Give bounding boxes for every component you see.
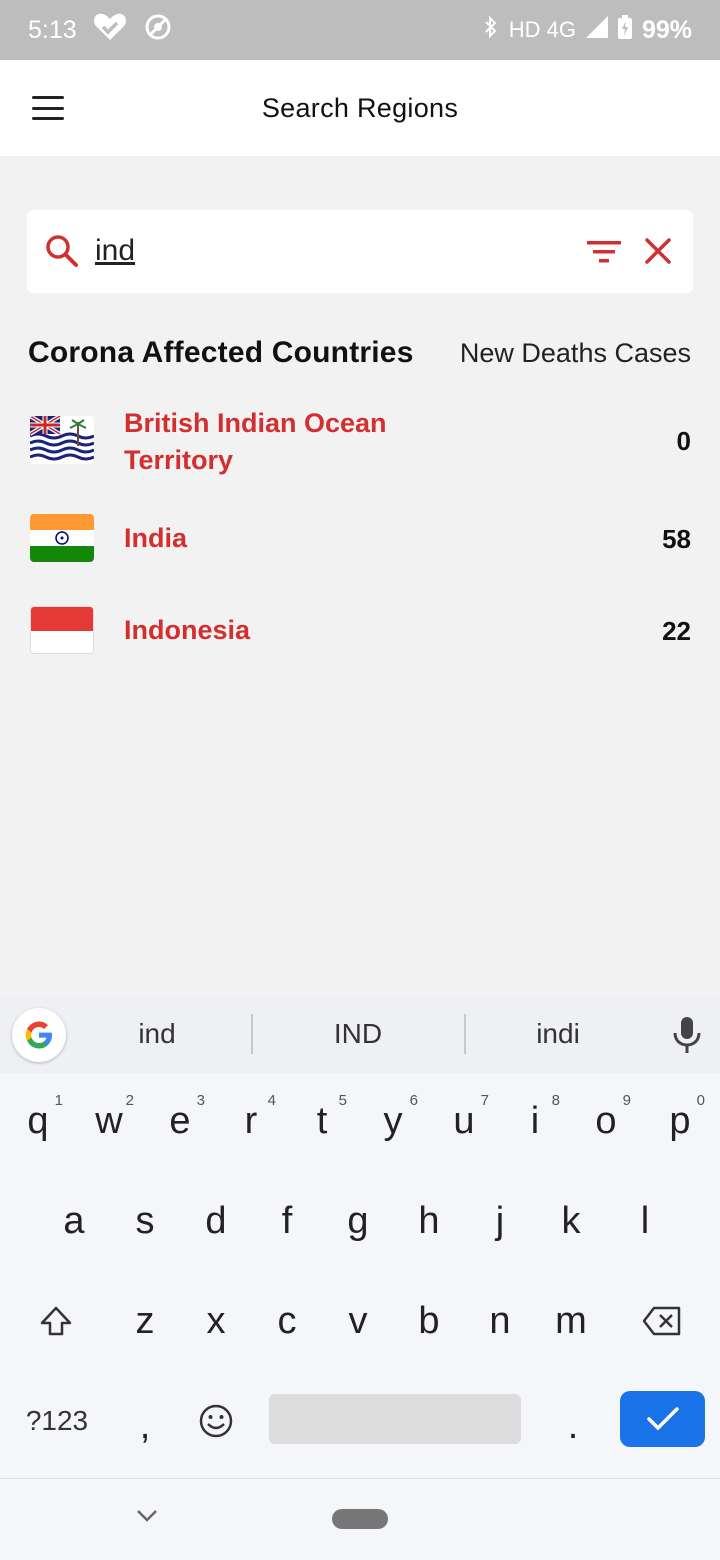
key-l[interactable]: l <box>610 1176 680 1266</box>
emoji-icon <box>199 1404 233 1438</box>
check-icon <box>646 1407 679 1431</box>
country-name: Indonesia <box>124 615 251 645</box>
battery-percent: 99% <box>641 15 692 44</box>
signal-icon <box>585 16 608 44</box>
keyboard: ind IND indi q1 w2 e3 r4 t5 y6 u7 i8 o9 … <box>0 996 720 1478</box>
network-label: HD 4G <box>508 17 576 42</box>
status-bar: 5:13 HD 4G 99% <box>0 0 720 60</box>
bluetooth-icon <box>483 15 499 45</box>
death-count: 22 <box>662 616 691 646</box>
country-row-indonesia[interactable]: Indonesia 22 <box>0 594 720 668</box>
shift-icon <box>40 1306 72 1336</box>
key-i[interactable]: i8 <box>500 1076 570 1166</box>
backspace-key[interactable] <box>627 1276 697 1366</box>
key-m[interactable]: m <box>536 1276 606 1366</box>
flag-india-icon <box>30 514 94 562</box>
symbols-key[interactable]: ?123 <box>12 1376 102 1466</box>
key-t[interactable]: t5 <box>287 1076 357 1166</box>
key-v[interactable]: v <box>323 1276 393 1366</box>
flag-indonesia-icon <box>30 606 94 654</box>
key-z[interactable]: z <box>110 1276 180 1366</box>
navigation-bar <box>0 1478 720 1560</box>
filter-icon[interactable] <box>587 238 621 266</box>
key-s[interactable]: s <box>110 1176 180 1266</box>
death-count: 58 <box>662 524 691 554</box>
menu-icon[interactable] <box>32 96 64 120</box>
emoji-key[interactable] <box>181 1376 251 1466</box>
close-icon[interactable] <box>643 236 673 266</box>
microphone-icon[interactable] <box>672 1016 702 1054</box>
key-o[interactable]: o9 <box>571 1076 641 1166</box>
country-name-line2: Territory <box>124 445 234 475</box>
search-icon <box>46 235 78 267</box>
country-row-biot[interactable]: British Indian Ocean Territory 0 <box>0 400 720 484</box>
sync-icon <box>143 12 173 49</box>
key-b[interactable]: b <box>394 1276 464 1366</box>
search-input[interactable] <box>95 228 555 274</box>
heart-check-icon <box>93 12 127 49</box>
chevron-down-icon[interactable] <box>136 1509 158 1523</box>
column-label: New Deaths Cases <box>459 338 691 368</box>
key-g[interactable]: g <box>323 1176 393 1266</box>
enter-key[interactable] <box>620 1391 705 1447</box>
key-q[interactable]: q1 <box>3 1076 73 1166</box>
google-icon[interactable] <box>12 1008 66 1062</box>
app-bar: Search Regions <box>0 60 720 156</box>
divider <box>464 1014 466 1054</box>
key-w[interactable]: w2 <box>74 1076 144 1166</box>
suggestion-bar: ind IND indi <box>0 996 720 1073</box>
comma-key[interactable]: , <box>110 1381 180 1471</box>
key-x[interactable]: x <box>181 1276 251 1366</box>
page-title: Search Regions <box>261 92 459 123</box>
shift-key[interactable] <box>21 1276 91 1366</box>
space-bar[interactable] <box>269 1394 521 1444</box>
key-c[interactable]: c <box>252 1276 322 1366</box>
key-n[interactable]: n <box>465 1276 535 1366</box>
section-title: Corona Affected Countries <box>28 336 414 369</box>
key-k[interactable]: k <box>536 1176 606 1266</box>
home-pill[interactable] <box>332 1509 388 1529</box>
key-d[interactable]: d <box>181 1176 251 1266</box>
death-count: 0 <box>676 426 691 456</box>
divider <box>251 1014 253 1054</box>
flag-biot-icon <box>30 416 94 464</box>
suggestion-2[interactable]: IND <box>268 1018 448 1050</box>
key-y[interactable]: y6 <box>358 1076 428 1166</box>
key-u[interactable]: u7 <box>429 1076 499 1166</box>
country-name: India <box>124 523 188 553</box>
search-bar <box>27 210 693 293</box>
backspace-icon <box>642 1306 681 1336</box>
battery-icon <box>617 15 632 45</box>
suggestion-3[interactable]: indi <box>468 1018 648 1050</box>
key-r[interactable]: r4 <box>216 1076 286 1166</box>
key-j[interactable]: j <box>465 1176 535 1266</box>
key-f[interactable]: f <box>252 1176 322 1266</box>
status-time: 5:13 <box>28 15 77 44</box>
key-a[interactable]: a <box>39 1176 109 1266</box>
period-key[interactable]: . <box>538 1381 608 1471</box>
key-e[interactable]: e3 <box>145 1076 215 1166</box>
country-name-line1: British Indian Ocean <box>124 408 387 438</box>
key-p[interactable]: p0 <box>645 1076 715 1166</box>
country-row-india[interactable]: India 58 <box>0 500 720 578</box>
country-name: British Indian Ocean Territory <box>124 405 387 479</box>
suggestion-1[interactable]: ind <box>67 1018 247 1050</box>
key-h[interactable]: h <box>394 1176 464 1266</box>
